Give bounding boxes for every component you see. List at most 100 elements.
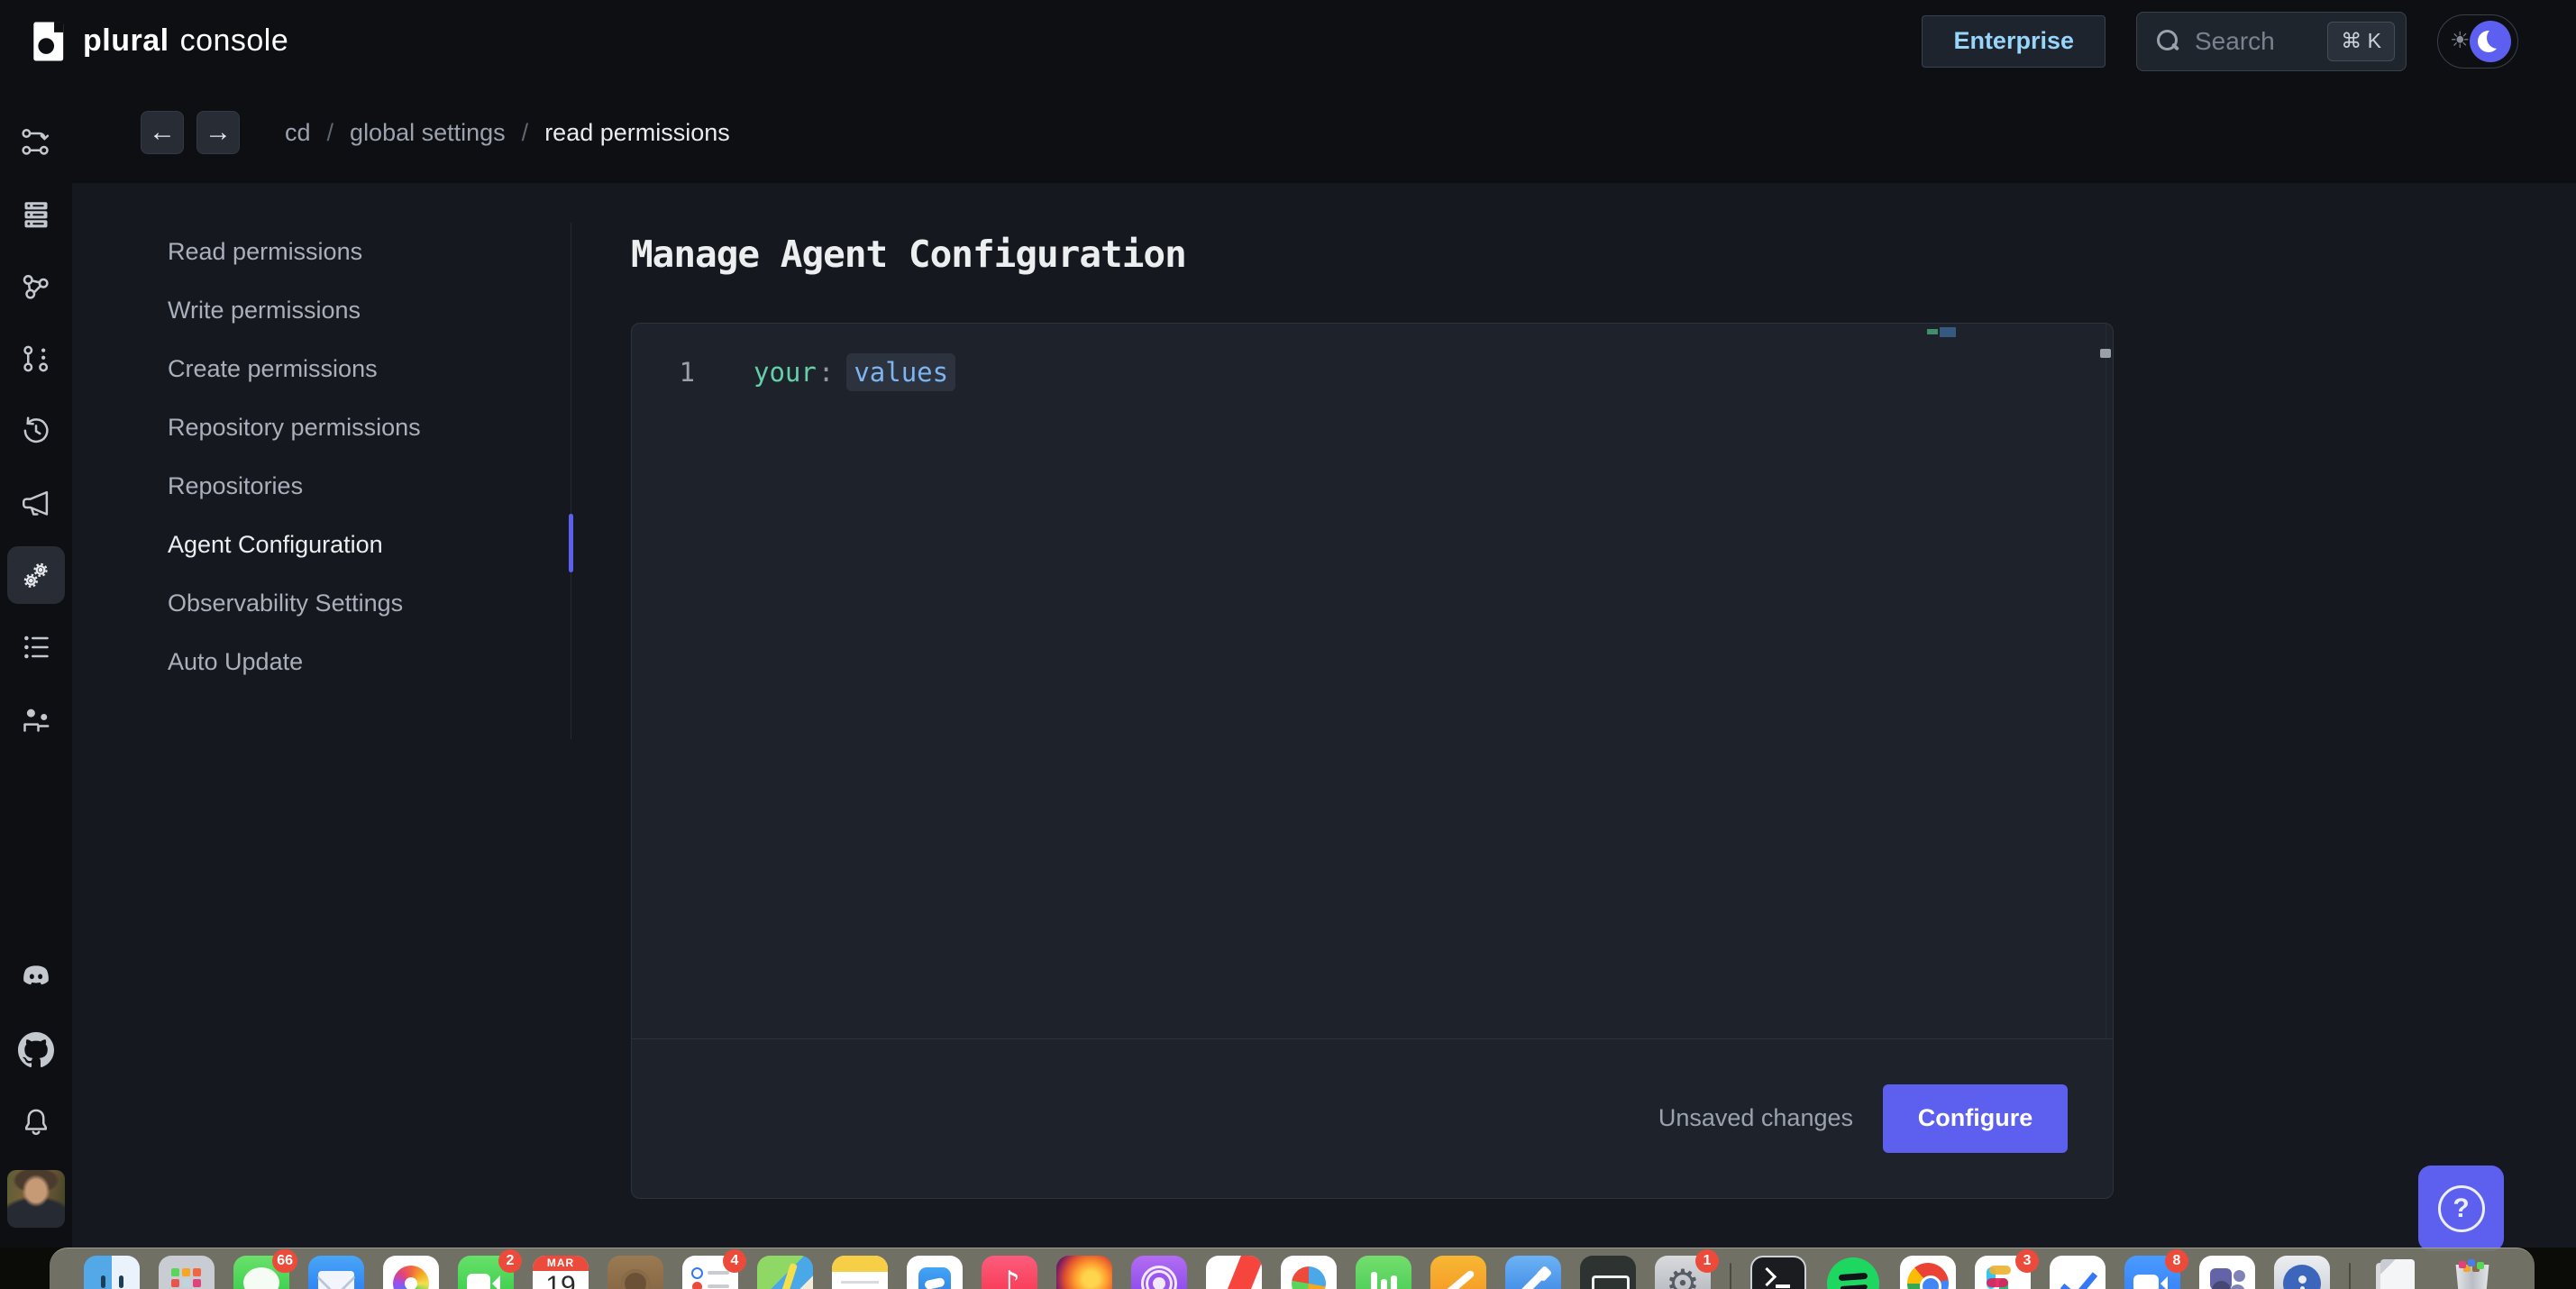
plural-console-window: plural console Enterprise Search ⌘ K ☀ [0, 0, 2576, 1248]
reminders-badge: 4 [723, 1249, 746, 1273]
dock-divider [1730, 1263, 1731, 1289]
breadcrumb-separator: / [327, 119, 334, 147]
dock-reminders[interactable]: 4 [682, 1256, 738, 1289]
dock-podcasts[interactable] [1131, 1256, 1187, 1289]
menu-item-repository-permissions[interactable]: Repository permissions [72, 398, 571, 457]
rail-item-accounts[interactable] [14, 698, 58, 741]
dock-music[interactable] [982, 1256, 1037, 1289]
rail-item-stacks[interactable] [14, 193, 58, 236]
rail-item-pull-requests[interactable] [14, 337, 58, 380]
rail-item-service-catalog[interactable] [14, 265, 58, 308]
theme-toggle[interactable]: ☀ [2437, 14, 2518, 69]
calendar-month: MAR [533, 1256, 589, 1271]
discord-icon [18, 958, 54, 994]
history-icon [18, 413, 54, 449]
messages-badge: 66 [272, 1249, 297, 1273]
minimap-mark-green [1927, 329, 1938, 334]
breadcrumb: cd / global settings / read permissions [285, 119, 730, 147]
settings-badge: 1 [1695, 1249, 1719, 1273]
page-title: Manage Agent Configuration [631, 233, 1186, 276]
dock-maps[interactable] [757, 1256, 813, 1289]
logo-text-bold: plural [83, 23, 169, 59]
rail-item-history[interactable] [14, 409, 58, 453]
dock-1password[interactable] [2274, 1256, 2330, 1289]
yaml-editor[interactable]: 1 your : values [632, 324, 2113, 1039]
dock-keynote[interactable] [1430, 1256, 1486, 1289]
minimap-mark-blue [1940, 327, 1956, 337]
dock-spotify[interactable] [1825, 1256, 1881, 1289]
dock-xcode[interactable] [1505, 1256, 1561, 1289]
github-icon [18, 1032, 54, 1068]
rail-item-audit-list[interactable] [14, 626, 58, 669]
editor-scrollbar-thumb[interactable] [2100, 349, 2111, 358]
back-button[interactable]: ← [141, 111, 184, 154]
dock-brown-app[interactable] [607, 1256, 663, 1289]
topbar-right: Enterprise Search ⌘ K ☀ [1922, 12, 2518, 71]
dock-apple-tv[interactable] [1580, 1256, 1636, 1289]
settings-menu: Read permissions Write permissions Creat… [72, 183, 571, 691]
menu-item-create-permissions[interactable]: Create permissions [72, 340, 571, 398]
menu-item-write-permissions[interactable]: Write permissions [72, 281, 571, 340]
menu-item-agent-configuration[interactable]: Agent Configuration [72, 516, 571, 574]
content-area: Read permissions Write permissions Creat… [72, 183, 2576, 1248]
rail-item-notifications[interactable] [14, 1101, 58, 1144]
dock-photos[interactable] [383, 1256, 439, 1289]
unsaved-changes-status: Unsaved changes [1658, 1104, 1853, 1132]
sun-icon: ☀ [2450, 30, 2470, 52]
rail-item-github[interactable] [14, 1028, 58, 1072]
dock-chrome[interactable] [1900, 1256, 1956, 1289]
dock-finder[interactable] [84, 1256, 140, 1289]
breadcrumb-bar: ← → cd / global settings / read permissi… [72, 82, 2576, 183]
dock-news[interactable] [1206, 1256, 1262, 1289]
dock-blue-app[interactable] [907, 1256, 963, 1289]
enterprise-button[interactable]: Enterprise [1922, 15, 2106, 68]
card-footer: Unsaved changes Configure [632, 1038, 2113, 1198]
help-button[interactable]: ? [2418, 1166, 2504, 1251]
menu-item-observability-settings[interactable]: Observability Settings [72, 574, 571, 633]
dock-notes[interactable] [832, 1256, 888, 1289]
dock-health[interactable] [1356, 1256, 1411, 1289]
dock-firefox[interactable] [1056, 1256, 1112, 1289]
forward-button[interactable]: → [196, 111, 240, 154]
editor-line-1: 1 your : values [632, 352, 955, 392]
dock-calendar[interactable]: MAR 19 [533, 1256, 589, 1289]
dock-todo-check-app[interactable] [2050, 1256, 2106, 1289]
menu-item-auto-update[interactable]: Auto Update [72, 633, 571, 691]
service-catalog-icon [18, 269, 54, 305]
dock-facetime[interactable]: 2 [458, 1256, 514, 1289]
search-input[interactable]: Search ⌘ K [2136, 12, 2407, 71]
logo-text-light: console [180, 23, 289, 59]
rail-item-settings[interactable] [7, 546, 65, 604]
stacks-icon [18, 197, 54, 233]
dock-launchpad[interactable] [159, 1256, 215, 1289]
dock-system-settings[interactable]: 1 [1655, 1256, 1711, 1289]
dock-mail[interactable] [308, 1256, 364, 1289]
rail-item-cd-pipelines[interactable] [14, 121, 58, 164]
search-shortcut-badge: ⌘ K [2327, 22, 2395, 61]
breadcrumb-separator: / [522, 119, 529, 147]
dock-slack[interactable]: 3 [1975, 1256, 2031, 1289]
dock-documents-stack[interactable] [2370, 1256, 2425, 1289]
question-mark-icon: ? [2438, 1185, 2485, 1232]
dock-trash[interactable] [2444, 1256, 2500, 1289]
menu-item-read-permissions[interactable]: Read permissions [72, 223, 571, 281]
plural-logo[interactable]: plural console [31, 20, 288, 63]
audit-list-icon [18, 629, 54, 665]
dock-pie-chart-app[interactable] [1281, 1256, 1337, 1289]
rail-item-discord[interactable] [14, 955, 58, 998]
breadcrumb-item-cd[interactable]: cd [285, 119, 311, 147]
dock-terminal[interactable] [1750, 1256, 1806, 1289]
rail-item-announcements[interactable] [14, 481, 58, 525]
bell-icon [18, 1104, 54, 1140]
user-avatar[interactable] [7, 1170, 65, 1228]
dock-teams[interactable] [2199, 1256, 2255, 1289]
calendar-day: 19 [533, 1271, 589, 1289]
breadcrumb-item-global-settings[interactable]: global settings [350, 119, 506, 147]
configure-button[interactable]: Configure [1883, 1084, 2068, 1153]
menu-item-repositories[interactable]: Repositories [72, 457, 571, 516]
settings-icon [18, 557, 54, 593]
code-colon: : [818, 357, 834, 388]
dock-zoom[interactable]: 8 [2124, 1256, 2180, 1289]
dock-messages[interactable]: 66 [233, 1256, 289, 1289]
editor-minimap[interactable] [1927, 327, 1969, 340]
